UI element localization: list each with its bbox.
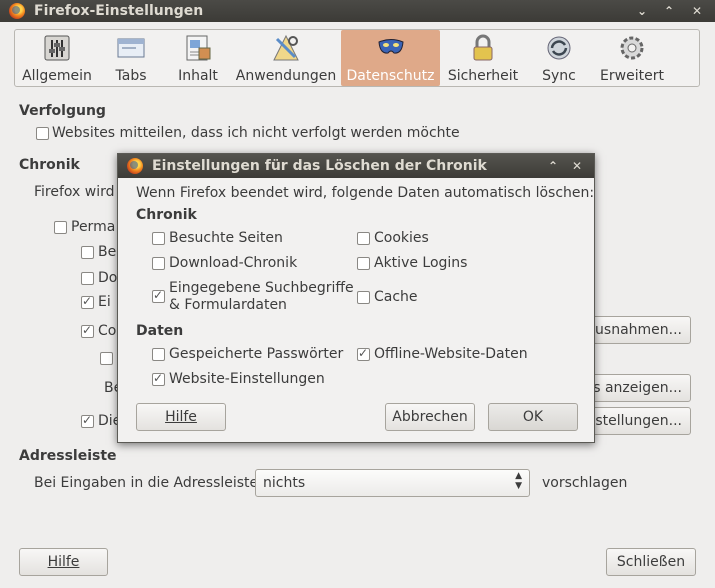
form-search-checkbox[interactable] — [152, 288, 165, 303]
tab-datenschutz[interactable]: Datenschutz — [341, 30, 440, 86]
saved-passwords-label[interactable]: Gespeicherte Passwörter — [169, 346, 343, 362]
addressbar-heading: Adressleiste — [19, 448, 117, 464]
history-option-checkbox[interactable] — [81, 246, 94, 259]
tab-allgemein[interactable]: Allgemein — [18, 30, 96, 86]
addressbar-suffix: vorschlagen — [542, 475, 628, 491]
visited-pages-label[interactable]: Besuchte Seiten — [169, 230, 283, 246]
search-history-checkbox[interactable] — [81, 294, 94, 309]
cookies-dialog-label[interactable]: Cookies — [374, 230, 429, 246]
permanent-private-checkbox[interactable] — [54, 221, 67, 234]
tab-sicherheit[interactable]: Sicherheit — [444, 30, 522, 86]
dialog-title: Einstellungen für das Löschen der Chroni… — [152, 158, 487, 174]
dialog-history-heading: Chronik — [136, 207, 197, 223]
sliders-icon — [44, 35, 70, 61]
offline-data-label[interactable]: Offline-Website-Daten — [374, 346, 528, 362]
mask-icon — [377, 39, 404, 54]
lock-icon — [473, 34, 493, 61]
permanent-private-label[interactable]: Perma — [71, 219, 115, 235]
sync-icon — [547, 36, 571, 60]
help-button[interactable]: Hilfe — [19, 548, 108, 576]
cookies-checkbox[interactable] — [81, 323, 94, 338]
tab-sync[interactable]: Sync — [528, 30, 590, 86]
tab-tabs[interactable]: Tabs — [100, 30, 162, 86]
gear-icon — [620, 36, 644, 60]
tab-anwendungen[interactable]: Anwendungen — [235, 30, 337, 86]
history-heading: Chronik — [19, 157, 80, 173]
cache-checkbox[interactable] — [357, 291, 370, 304]
third-party-cookies-checkbox[interactable] — [100, 352, 113, 365]
firefox-icon — [9, 3, 25, 19]
tracking-heading: Verfolgung — [19, 103, 106, 119]
tabs-icon — [117, 38, 145, 58]
site-settings-checkbox[interactable] — [152, 371, 165, 386]
clear-on-close-checkbox[interactable] — [81, 413, 94, 428]
active-logins-checkbox[interactable] — [357, 257, 370, 270]
exceptions-button[interactable]: Ausnahmen... — [583, 316, 691, 344]
saved-passwords-checkbox[interactable] — [152, 348, 165, 361]
applications-icon — [273, 34, 299, 61]
cookies-dialog-checkbox[interactable] — [357, 232, 370, 245]
close-icon[interactable]: ✕ — [690, 4, 704, 18]
cookies-label[interactable]: Co — [98, 323, 116, 339]
download-history-dialog-label[interactable]: Download-Chronik — [169, 255, 297, 271]
dialog-ok-button[interactable]: OK — [488, 403, 578, 431]
addressbar-label: Bei Eingaben in die Adressleiste — [34, 475, 259, 491]
form-search-line1: Eingegebene Suchbegriffe — [169, 280, 354, 296]
dialog-data-heading: Daten — [136, 323, 184, 339]
active-logins-label[interactable]: Aktive Logins — [374, 255, 467, 271]
form-search-line2: & Formulardaten — [169, 297, 287, 313]
cache-label[interactable]: Cache — [374, 289, 418, 305]
form-search-label[interactable]: Eingegebene Suchbegriffe & Formulardaten — [169, 280, 354, 314]
dialog-cancel-button[interactable]: Abbrechen — [385, 403, 475, 431]
tab-erweitert[interactable]: Erweitert — [594, 30, 670, 86]
window-title: Firefox-Einstellungen — [34, 3, 204, 19]
download-history-dialog-checkbox[interactable] — [152, 257, 165, 270]
dialog-titlebar: Einstellungen für das Löschen der Chroni… — [118, 154, 594, 178]
updown-arrows-icon: ▲ ▼ — [515, 471, 522, 491]
dialog-help-button[interactable]: Hilfe — [136, 403, 226, 431]
firefox-icon — [127, 158, 143, 174]
search-history-label[interactable]: Ei — [98, 294, 111, 310]
close-icon[interactable]: ✕ — [570, 159, 584, 173]
tab-inhalt[interactable]: Inhalt — [166, 30, 230, 86]
download-history-checkbox[interactable] — [81, 272, 94, 285]
download-history-label[interactable]: Do — [98, 270, 117, 286]
offline-data-checkbox[interactable] — [357, 346, 370, 361]
chevron-up-icon[interactable]: ⌃ — [662, 4, 676, 18]
do-not-track-checkbox[interactable] — [36, 127, 49, 140]
close-button[interactable]: Schließen — [606, 548, 696, 576]
site-settings-label[interactable]: Website-Einstellungen — [169, 371, 325, 387]
dialog-intro: Wenn Firefox beendet wird, folgende Date… — [136, 185, 595, 201]
show-cookies-button[interactable]: es anzeigen... — [583, 374, 691, 402]
chevron-down-icon[interactable]: ⌄ — [635, 4, 649, 18]
addressbar-suggest-select[interactable]: nichts ▲ ▼ — [255, 469, 530, 497]
window-titlebar: Firefox-Einstellungen ⌄ ⌃ ✕ — [0, 0, 715, 22]
visited-pages-checkbox[interactable] — [152, 232, 165, 245]
history-settings-button[interactable]: nstellungen... — [583, 407, 691, 435]
addressbar-select-value: nichts — [263, 475, 306, 491]
content-icon — [186, 35, 211, 61]
do-not-track-label[interactable]: Websites mitteilen, dass ich nicht verfo… — [52, 125, 460, 141]
history-option-label[interactable]: Be — [98, 244, 116, 260]
history-mode-label: Firefox wird — [34, 184, 115, 200]
chevron-up-icon[interactable]: ⌃ — [546, 159, 560, 173]
